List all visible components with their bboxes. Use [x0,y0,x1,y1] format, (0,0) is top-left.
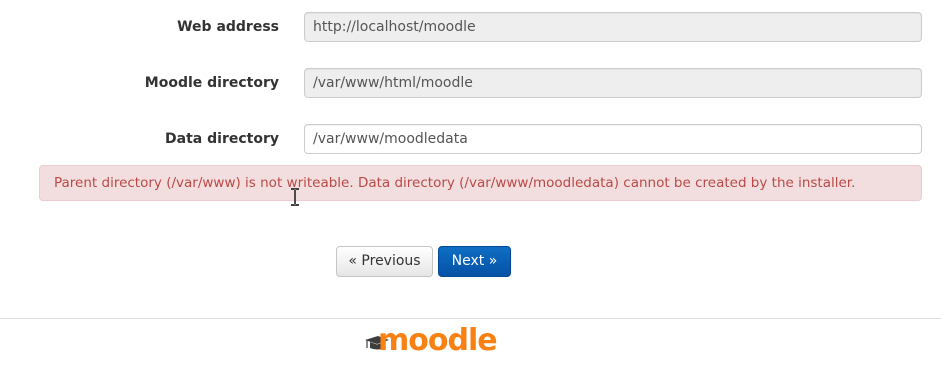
data-directory-row: Data directory [0,124,941,154]
data-directory-label: Data directory [165,131,279,147]
next-button[interactable]: Next » [438,246,511,277]
moodle-directory-row: Moodle directory [0,68,941,98]
text-cursor-icon [291,188,299,206]
moodle-logo: moodle [364,323,498,366]
data-directory-field[interactable] [304,124,922,154]
moodle-directory-label: Moodle directory [144,75,279,91]
previous-button[interactable]: « Previous [336,246,433,277]
footer-divider [0,318,941,319]
moodle-directory-field[interactable] [304,68,922,98]
web-address-label: Web address [177,19,279,35]
moodle-logo-text: moodle [378,323,498,358]
web-address-field[interactable] [304,12,922,42]
web-address-row: Web address [0,12,941,42]
install-paths-page: Web address Moodle directory Data direct… [0,0,941,371]
error-alert: Parent directory (/var/www) is not write… [39,165,922,201]
